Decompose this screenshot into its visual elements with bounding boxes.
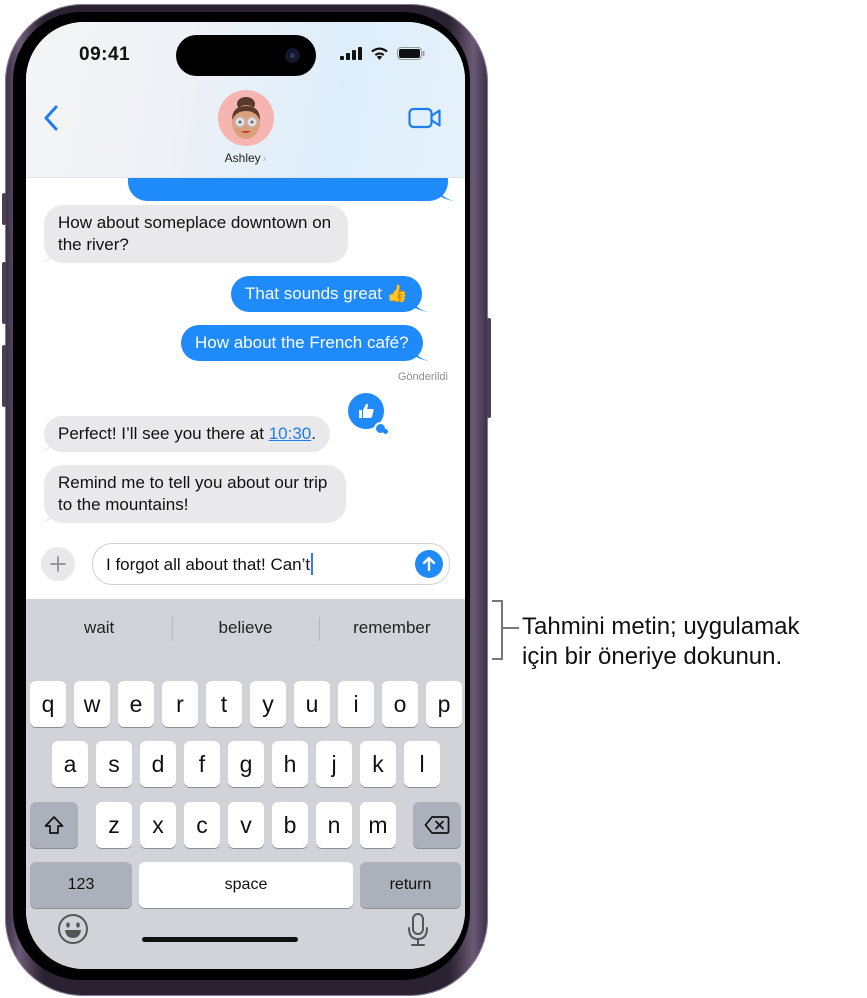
key-j[interactable]: j xyxy=(316,741,352,787)
delete-backward-icon xyxy=(424,816,450,834)
key-c[interactable]: c xyxy=(184,802,220,848)
video-call-button[interactable] xyxy=(408,106,442,130)
key-h[interactable]: h xyxy=(272,741,308,787)
numbers-key[interactable]: 123 xyxy=(30,862,132,908)
wifi-icon xyxy=(371,47,388,60)
message-bubble-received[interactable]: Perfect! I’ll see you there at 10:30. xyxy=(38,416,330,452)
contact-name-button[interactable]: Ashley › xyxy=(26,151,465,165)
predictive-text-bar: wait believe remember xyxy=(26,611,465,645)
bubble-tail xyxy=(38,505,56,523)
delete-key[interactable] xyxy=(413,802,461,848)
home-indicator[interactable] xyxy=(142,937,298,942)
text-cursor xyxy=(311,553,314,575)
action-button xyxy=(2,193,6,225)
bubble-tail xyxy=(436,183,454,201)
key-q[interactable]: q xyxy=(30,681,66,727)
key-e[interactable]: e xyxy=(118,681,154,727)
callout-bracket xyxy=(492,600,503,660)
apps-plus-button[interactable] xyxy=(41,547,75,581)
battery-icon xyxy=(397,46,425,60)
dictation-button[interactable] xyxy=(406,912,430,948)
message-input-text: I forgot all about that! Can’t xyxy=(106,555,311,574)
emoji-button[interactable] xyxy=(56,912,90,946)
dynamic-island xyxy=(176,35,316,76)
key-g[interactable]: g xyxy=(228,741,264,787)
key-p[interactable]: p xyxy=(426,681,462,727)
power-button xyxy=(487,318,491,418)
key-a[interactable]: a xyxy=(52,741,88,787)
return-key[interactable]: return xyxy=(360,862,461,908)
status-icons xyxy=(340,46,425,60)
key-f[interactable]: f xyxy=(184,741,220,787)
front-camera xyxy=(285,48,300,63)
contact-avatar[interactable] xyxy=(218,90,274,146)
shift-icon xyxy=(44,816,64,834)
key-o[interactable]: o xyxy=(382,681,418,727)
suggestion-believe[interactable]: believe xyxy=(172,611,318,645)
message-bubble-received[interactable]: Remind me to tell you about our trip to … xyxy=(38,465,346,523)
back-button[interactable] xyxy=(40,102,64,134)
delivery-status: Gönderildi xyxy=(397,371,448,383)
suggestion-remember[interactable]: remember xyxy=(318,611,465,645)
space-key[interactable]: space xyxy=(139,862,353,908)
thumbs-up-icon xyxy=(359,403,374,418)
send-button[interactable] xyxy=(415,550,443,578)
plus-icon xyxy=(50,556,66,572)
key-b[interactable]: b xyxy=(272,802,308,848)
arrow-up-icon xyxy=(422,556,436,572)
message-bubble-sent[interactable]: How about the French café? xyxy=(181,325,429,361)
volume-down-button xyxy=(2,345,6,407)
key-r[interactable]: r xyxy=(162,681,198,727)
bubble-tail xyxy=(38,245,56,263)
tapback-tail-dot xyxy=(383,429,388,434)
chevron-right-icon: › xyxy=(262,153,267,165)
status-time: 09:41 xyxy=(79,44,131,65)
screen: are you thinking? How about someplace do… xyxy=(26,22,465,969)
shift-key[interactable] xyxy=(30,802,78,848)
bubble-tail xyxy=(409,294,428,312)
message-bubble-sent[interactable]: That sounds great 👍 xyxy=(231,276,428,312)
key-w[interactable]: w xyxy=(74,681,110,727)
key-d[interactable]: d xyxy=(140,741,176,787)
bubble-tail xyxy=(410,343,429,361)
key-k[interactable]: k xyxy=(360,741,396,787)
key-z[interactable]: z xyxy=(96,802,132,848)
callout-text: Tahmini metin; uygulamak için bir öneriy… xyxy=(522,613,800,670)
message-input[interactable]: I forgot all about that! Can’t xyxy=(92,543,450,585)
key-m[interactable]: m xyxy=(360,802,396,848)
key-v[interactable]: v xyxy=(228,802,264,848)
key-t[interactable]: t xyxy=(206,681,242,727)
key-y[interactable]: y xyxy=(250,681,286,727)
key-s[interactable]: s xyxy=(96,741,132,787)
key-l[interactable]: l xyxy=(404,741,440,787)
cellular-signal-icon xyxy=(340,46,362,60)
key-x[interactable]: x xyxy=(140,802,176,848)
memoji-avatar-icon xyxy=(232,97,260,139)
key-u[interactable]: u xyxy=(294,681,330,727)
time-link[interactable]: 10:30 xyxy=(269,424,312,443)
volume-up-button xyxy=(2,262,6,324)
suggestion-wait[interactable]: wait xyxy=(26,611,172,645)
callout-leader-line xyxy=(503,627,519,629)
keyboard: wait believe remember qwertyuiop asdfghjk… xyxy=(26,599,465,969)
bubble-tail xyxy=(38,434,56,452)
key-n[interactable]: n xyxy=(316,802,352,848)
conversation-header: 09:41 Ashley › xyxy=(26,22,465,178)
key-i[interactable]: i xyxy=(338,681,374,727)
message-bubble-received[interactable]: How about someplace downtown on the rive… xyxy=(38,205,348,263)
